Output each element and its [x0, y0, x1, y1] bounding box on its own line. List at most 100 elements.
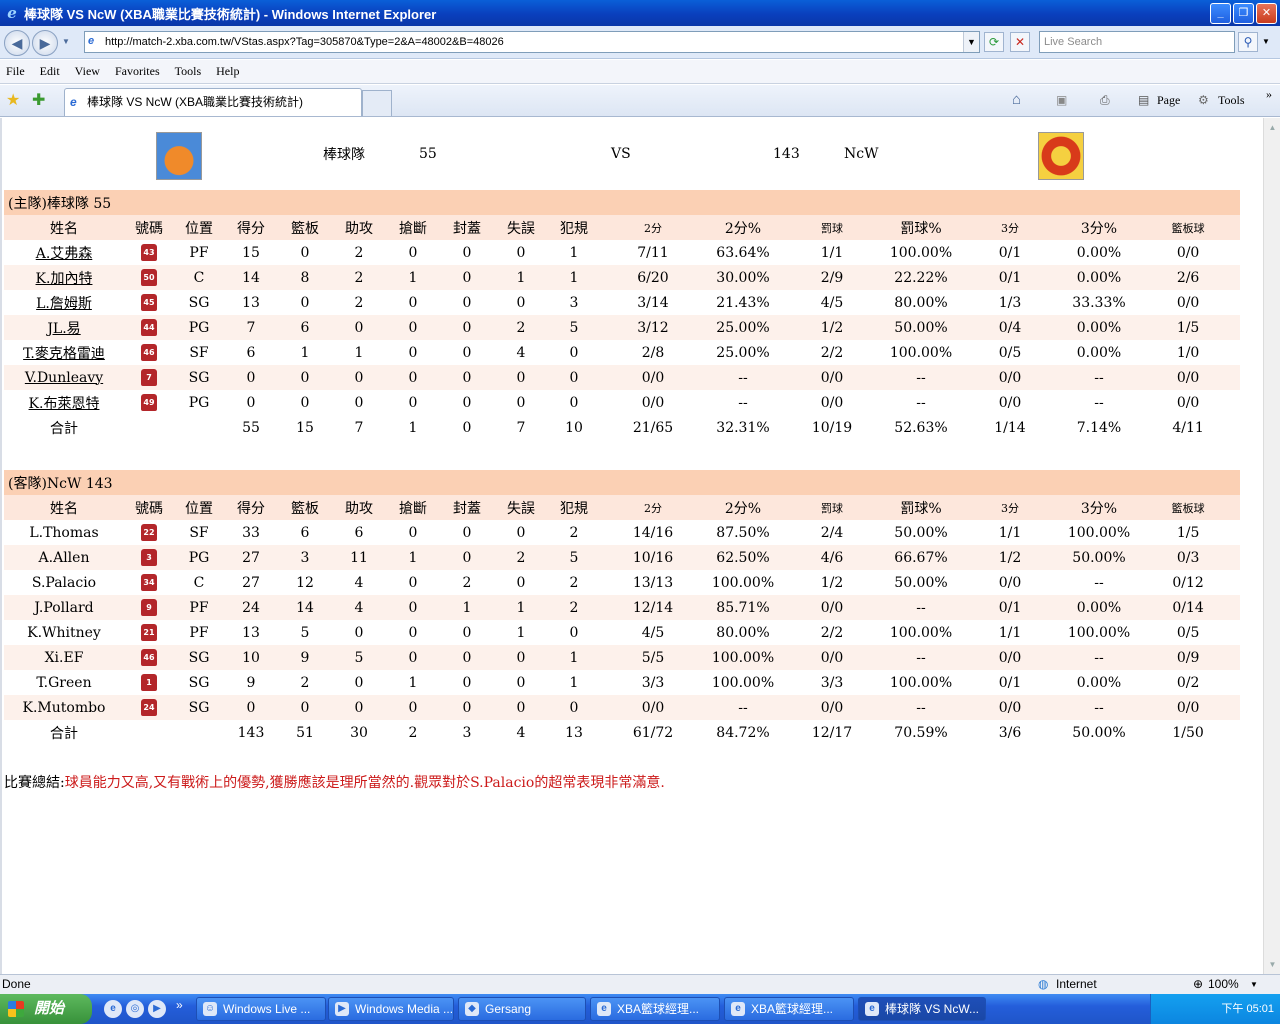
- menu-view[interactable]: View: [75, 64, 100, 79]
- taskbar-item-windows-media[interactable]: ▶ Windows Media ...: [328, 997, 454, 1021]
- jersey-cell: 43: [124, 240, 174, 265]
- start-button[interactable]: 開始: [0, 994, 92, 1024]
- total-cell: 3/6: [998, 724, 1022, 741]
- taskbar-item-gersang[interactable]: ◆ Gersang: [458, 997, 586, 1021]
- total-cell: 4/11: [1172, 419, 1204, 436]
- zoom-level[interactable]: 100%: [1208, 975, 1239, 994]
- quicklaunch-more-icon[interactable]: »: [176, 998, 183, 1012]
- stat-cell: 0/5: [1176, 624, 1200, 641]
- stat-cell: 9: [246, 674, 256, 691]
- tab-current[interactable]: e 棒球隊 VS NcW (XBA職業比賽技術統計): [64, 88, 362, 116]
- column-header: 助攻: [332, 215, 386, 240]
- table-row: L.詹姆斯 45 SG 13 0 2 0 0 0 3 3/14 21.43% 4/5 80.00% 1/3 3…: [4, 290, 1240, 315]
- stat-cell: 100.00%: [706, 645, 780, 670]
- stat-cell: --: [884, 645, 958, 670]
- feeds-icon[interactable]: ▣: [1056, 91, 1067, 109]
- team-label-row: (主隊)棒球隊 55: [4, 190, 1241, 215]
- total-cell: 84.72%: [716, 724, 770, 741]
- zoom-dropdown-icon[interactable]: ▼: [1250, 975, 1258, 994]
- stat-cell: 0: [548, 365, 600, 390]
- player-link[interactable]: K.加內特: [36, 271, 93, 287]
- stat-cell: 3/14: [637, 294, 669, 311]
- player-link[interactable]: T.麥克格雷迪: [23, 346, 105, 362]
- empty-cell: [124, 720, 174, 745]
- stat-cell: 63.64%: [716, 244, 770, 261]
- stat-cell: PF: [174, 595, 224, 620]
- scroll-down-icon[interactable]: ▼: [1265, 957, 1280, 972]
- address-dropdown-icon[interactable]: ▼: [963, 32, 979, 52]
- page-icon: e: [88, 35, 95, 47]
- summary-text: 球員能力又高,又有戰術上的優勢,獲勝應該是理所當然的.觀眾對於S.Palacio…: [64, 775, 665, 791]
- address-input[interactable]: e http://match-2.xba.com.tw/VStas.aspx?T…: [84, 31, 980, 53]
- stat-cell: 0: [440, 545, 494, 570]
- column-header: 失誤: [494, 495, 548, 520]
- stat-cell: 5: [548, 545, 600, 570]
- column-header: 得分: [224, 495, 278, 520]
- favorites-star-icon[interactable]: ★: [6, 90, 20, 110]
- total-cell: 12/17: [811, 724, 853, 741]
- stat-cell: 0: [462, 344, 472, 361]
- stat-cell: 1/1: [998, 524, 1022, 541]
- home-icon[interactable]: ⌂: [1012, 91, 1021, 109]
- refresh-button[interactable]: ⟳: [984, 32, 1004, 52]
- quicklaunch-app-icon[interactable]: ◎: [126, 1000, 144, 1018]
- stat-cell: 33.33%: [1072, 294, 1126, 311]
- close-button[interactable]: ✕: [1256, 3, 1277, 24]
- quicklaunch-media-icon[interactable]: ▶: [148, 1000, 166, 1018]
- scroll-up-icon[interactable]: ▲: [1265, 120, 1280, 135]
- menu-help[interactable]: Help: [216, 64, 239, 79]
- search-input[interactable]: Live Search: [1039, 31, 1235, 53]
- stat-cell: SG: [188, 294, 210, 311]
- stat-cell: 0/0: [780, 365, 884, 390]
- stat-cell: 1: [494, 595, 548, 620]
- stat-cell: 0/0: [958, 365, 1062, 390]
- player-link[interactable]: A.艾弗森: [36, 246, 93, 262]
- stat-cell: 0: [224, 695, 278, 720]
- taskbar-item-windows-live[interactable]: ☺ Windows Live ...: [196, 997, 326, 1021]
- player-link[interactable]: V.Dunleavy: [25, 370, 103, 386]
- quicklaunch-ie-icon[interactable]: e: [104, 1000, 122, 1018]
- stat-cell: 0/4: [958, 315, 1062, 340]
- print-icon[interactable]: ⎙: [1100, 91, 1110, 109]
- stat-cell: 0.00%: [1076, 674, 1122, 691]
- stat-cell: 1: [440, 595, 494, 620]
- clock[interactable]: 下午 05:01: [1221, 1003, 1274, 1015]
- stop-button[interactable]: ✕: [1010, 32, 1030, 52]
- stat-cell: 87.50%: [716, 524, 770, 541]
- menu-edit[interactable]: Edit: [40, 64, 60, 79]
- add-favorite-icon[interactable]: ✚: [32, 90, 45, 110]
- menu-file[interactable]: File: [6, 64, 25, 79]
- stat-cell: 0: [516, 574, 526, 591]
- stat-cell: 12/14: [600, 595, 706, 620]
- menu-tools[interactable]: Tools: [175, 64, 202, 79]
- player-link[interactable]: L.詹姆斯: [36, 296, 92, 312]
- menu-favorites[interactable]: Favorites: [115, 64, 160, 79]
- total-cell: 7: [516, 419, 526, 436]
- search-options-icon[interactable]: ▼: [1262, 37, 1270, 46]
- search-icon[interactable]: ⚲: [1238, 32, 1258, 52]
- total-cell: 51: [296, 724, 314, 741]
- back-button[interactable]: ◀: [4, 30, 30, 56]
- page-menu[interactable]: Page: [1157, 91, 1180, 109]
- taskbar-item-xba-1[interactable]: e XBA籃球經理...: [590, 997, 720, 1021]
- maximize-button[interactable]: ❐: [1233, 3, 1254, 24]
- stat-cell: SG: [174, 695, 224, 720]
- taskbar-item-xba-2[interactable]: e XBA籃球經理...: [724, 997, 854, 1021]
- column-header: 籃板: [278, 215, 332, 240]
- column-header: 2分: [600, 495, 706, 520]
- stat-cell: 0/0: [958, 695, 1062, 720]
- taskbar-item-current[interactable]: e 棒球隊 VS NcW...: [858, 997, 986, 1021]
- vertical-scrollbar[interactable]: ▲ ▼: [1263, 118, 1280, 974]
- player-link[interactable]: K.布萊恩特: [29, 396, 100, 412]
- minimize-button[interactable]: _: [1210, 3, 1231, 24]
- tools-menu[interactable]: Tools: [1218, 91, 1245, 109]
- column-header: 罰球%: [884, 495, 958, 520]
- history-dropdown-icon[interactable]: ▼: [62, 37, 70, 46]
- forward-button[interactable]: ▶: [32, 30, 58, 56]
- new-tab-button[interactable]: [362, 90, 392, 116]
- stat-cell: 0: [354, 394, 364, 411]
- player-link[interactable]: JL.易: [47, 321, 80, 337]
- more-toolbar-icon[interactable]: »: [1266, 85, 1272, 103]
- stat-cell: SF: [189, 524, 209, 541]
- stat-cell: PF: [189, 244, 209, 261]
